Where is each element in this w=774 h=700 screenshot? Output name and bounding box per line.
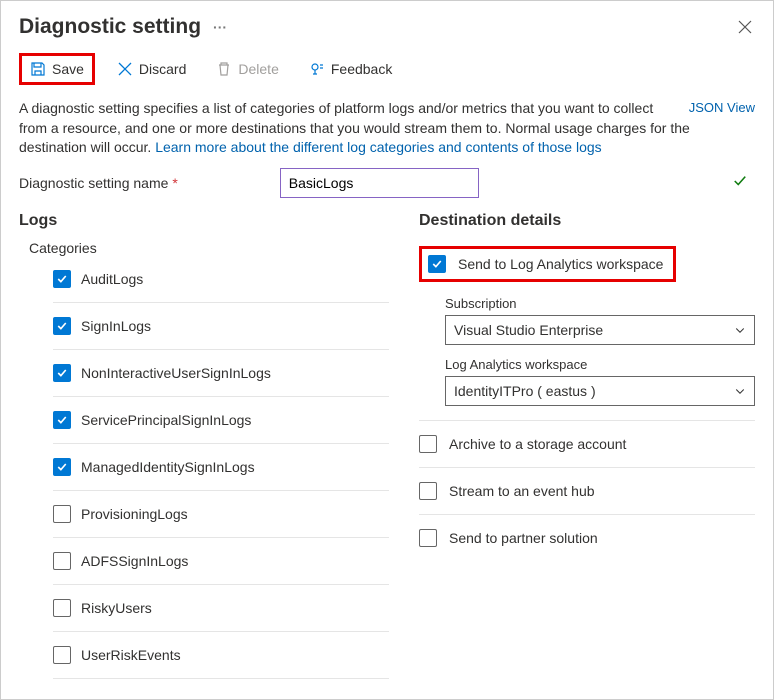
partner-row[interactable]: Send to partner solution xyxy=(419,515,755,561)
close-icon[interactable] xyxy=(735,15,755,39)
archive-storage-label: Archive to a storage account xyxy=(449,436,626,452)
category-row[interactable]: ServicePrincipalSignInLogs xyxy=(53,397,389,444)
chevron-down-icon xyxy=(734,324,746,336)
category-checkbox[interactable] xyxy=(53,458,71,476)
partner-checkbox[interactable] xyxy=(419,529,437,547)
category-row[interactable]: NonInteractiveUserSignInLogs xyxy=(53,350,389,397)
workspace-label: Log Analytics workspace xyxy=(445,357,755,372)
category-row[interactable]: ProvisioningLogs xyxy=(53,491,389,538)
more-icon[interactable]: ··· xyxy=(209,19,227,35)
event-hub-row[interactable]: Stream to an event hub xyxy=(419,468,755,515)
save-icon xyxy=(30,61,46,77)
learn-more-link[interactable]: Learn more about the different log categ… xyxy=(155,139,601,155)
feedback-icon xyxy=(309,61,325,77)
category-row[interactable]: RiskyUsers xyxy=(53,585,389,632)
discard-button[interactable]: Discard xyxy=(109,56,194,82)
log-analytics-checkbox[interactable] xyxy=(428,255,446,273)
description-block: JSON View A diagnostic setting specifies… xyxy=(19,99,755,158)
setting-name-input[interactable] xyxy=(280,168,479,198)
feedback-label: Feedback xyxy=(331,61,392,77)
subscription-select[interactable]: Visual Studio Enterprise xyxy=(445,315,755,345)
category-label: NonInteractiveUserSignInLogs xyxy=(81,365,271,381)
discard-icon xyxy=(117,61,133,77)
category-label: UserRiskEvents xyxy=(81,647,181,663)
category-checkbox[interactable] xyxy=(53,646,71,664)
category-checkbox[interactable] xyxy=(53,364,71,382)
delete-button: Delete xyxy=(208,56,286,82)
subscription-value: Visual Studio Enterprise xyxy=(454,322,603,338)
category-label: SignInLogs xyxy=(81,318,151,334)
save-label: Save xyxy=(52,61,84,77)
partner-label: Send to partner solution xyxy=(449,530,598,546)
category-row[interactable]: UserRiskEvents xyxy=(53,632,389,679)
category-checkbox[interactable] xyxy=(53,270,71,288)
workspace-value: IdentityITPro ( eastus ) xyxy=(454,383,596,399)
category-checkbox[interactable] xyxy=(53,599,71,617)
setting-name-label: Diagnostic setting name xyxy=(19,175,168,191)
category-checkbox[interactable] xyxy=(53,505,71,523)
category-row[interactable]: SignInLogs xyxy=(53,303,389,350)
event-hub-checkbox[interactable] xyxy=(419,482,437,500)
category-label: AuditLogs xyxy=(81,271,143,287)
dest-heading: Destination details xyxy=(419,212,755,230)
category-label: ADFSSignInLogs xyxy=(81,553,188,569)
category-checkbox[interactable] xyxy=(53,411,71,429)
category-label: RiskyUsers xyxy=(81,600,152,616)
log-analytics-label: Send to Log Analytics workspace xyxy=(458,256,663,272)
send-to-log-analytics[interactable]: Send to Log Analytics workspace xyxy=(419,246,676,282)
category-row[interactable]: ADFSSignInLogs xyxy=(53,538,389,585)
chevron-down-icon xyxy=(734,385,746,397)
category-label: ManagedIdentitySignInLogs xyxy=(81,459,255,475)
save-button[interactable]: Save xyxy=(19,53,95,85)
required-asterisk: * xyxy=(172,175,177,191)
page-title: Diagnostic setting xyxy=(19,15,201,39)
category-label: ServicePrincipalSignInLogs xyxy=(81,412,251,428)
valid-check-icon xyxy=(733,174,747,188)
category-label: ProvisioningLogs xyxy=(81,506,188,522)
categories-heading: Categories xyxy=(29,240,389,256)
category-checkbox[interactable] xyxy=(53,552,71,570)
category-row[interactable]: ManagedIdentitySignInLogs xyxy=(53,444,389,491)
workspace-select[interactable]: IdentityITPro ( eastus ) xyxy=(445,376,755,406)
delete-label: Delete xyxy=(238,61,278,77)
delete-icon xyxy=(216,61,232,77)
feedback-button[interactable]: Feedback xyxy=(301,56,400,82)
archive-storage-checkbox[interactable] xyxy=(419,435,437,453)
event-hub-label: Stream to an event hub xyxy=(449,483,595,499)
category-row[interactable]: AuditLogs xyxy=(53,266,389,303)
subscription-label: Subscription xyxy=(445,296,755,311)
archive-storage-row[interactable]: Archive to a storage account xyxy=(419,421,755,468)
logs-heading: Logs xyxy=(19,212,389,230)
json-view-link[interactable]: JSON View xyxy=(689,99,755,117)
category-checkbox[interactable] xyxy=(53,317,71,335)
discard-label: Discard xyxy=(139,61,186,77)
